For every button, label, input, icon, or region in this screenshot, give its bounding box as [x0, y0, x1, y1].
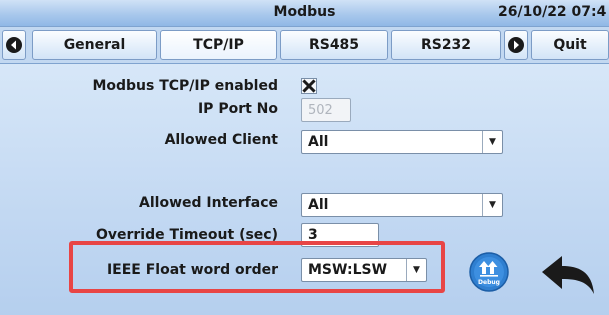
tab-rs485[interactable]: RS485 — [280, 30, 388, 60]
allowed-client-value: All — [308, 134, 329, 150]
upload-arrows-icon — [469, 252, 509, 292]
tab-rs232[interactable]: RS232 — [391, 30, 501, 60]
tab-general[interactable]: General — [32, 30, 157, 60]
back-button[interactable] — [540, 254, 596, 296]
allowed-client-label: Allowed Client — [164, 132, 278, 148]
circle-right-arrow-icon — [508, 37, 524, 53]
tcp-enabled-checkbox[interactable] — [301, 78, 317, 94]
ip-port-label: IP Port No — [197, 101, 278, 117]
tab-prev-button[interactable] — [2, 30, 26, 60]
chevron-down-icon: ▼ — [482, 131, 502, 153]
back-arrow-icon — [542, 256, 594, 294]
debug-label: Debug — [478, 279, 500, 286]
tab-tcp-ip[interactable]: TCP/IP — [160, 30, 277, 60]
allowed-interface-value: All — [308, 197, 329, 213]
circle-left-arrow-icon — [6, 37, 22, 53]
allowed-interface-label: Allowed Interface — [139, 195, 278, 211]
debug-button[interactable]: Debug — [469, 252, 509, 292]
tcp-enabled-label: Modbus TCP/IP enabled — [92, 78, 278, 94]
checkmark-x-icon — [302, 79, 316, 93]
tab-bar: General TCP/IP RS485 RS232 Quit — [0, 27, 609, 64]
highlight-box — [69, 241, 445, 293]
allowed-client-select[interactable]: All ▼ — [301, 130, 503, 154]
chevron-down-icon: ▼ — [482, 194, 502, 216]
title-bar: Modbus 26/10/22 07:4 — [0, 0, 609, 27]
quit-button[interactable]: Quit — [531, 30, 609, 60]
date-time: 26/10/22 07:4 — [498, 4, 607, 20]
tab-next-button[interactable] — [504, 30, 528, 60]
allowed-interface-select[interactable]: All ▼ — [301, 193, 503, 217]
ip-port-field[interactable]: 502 — [301, 98, 351, 122]
